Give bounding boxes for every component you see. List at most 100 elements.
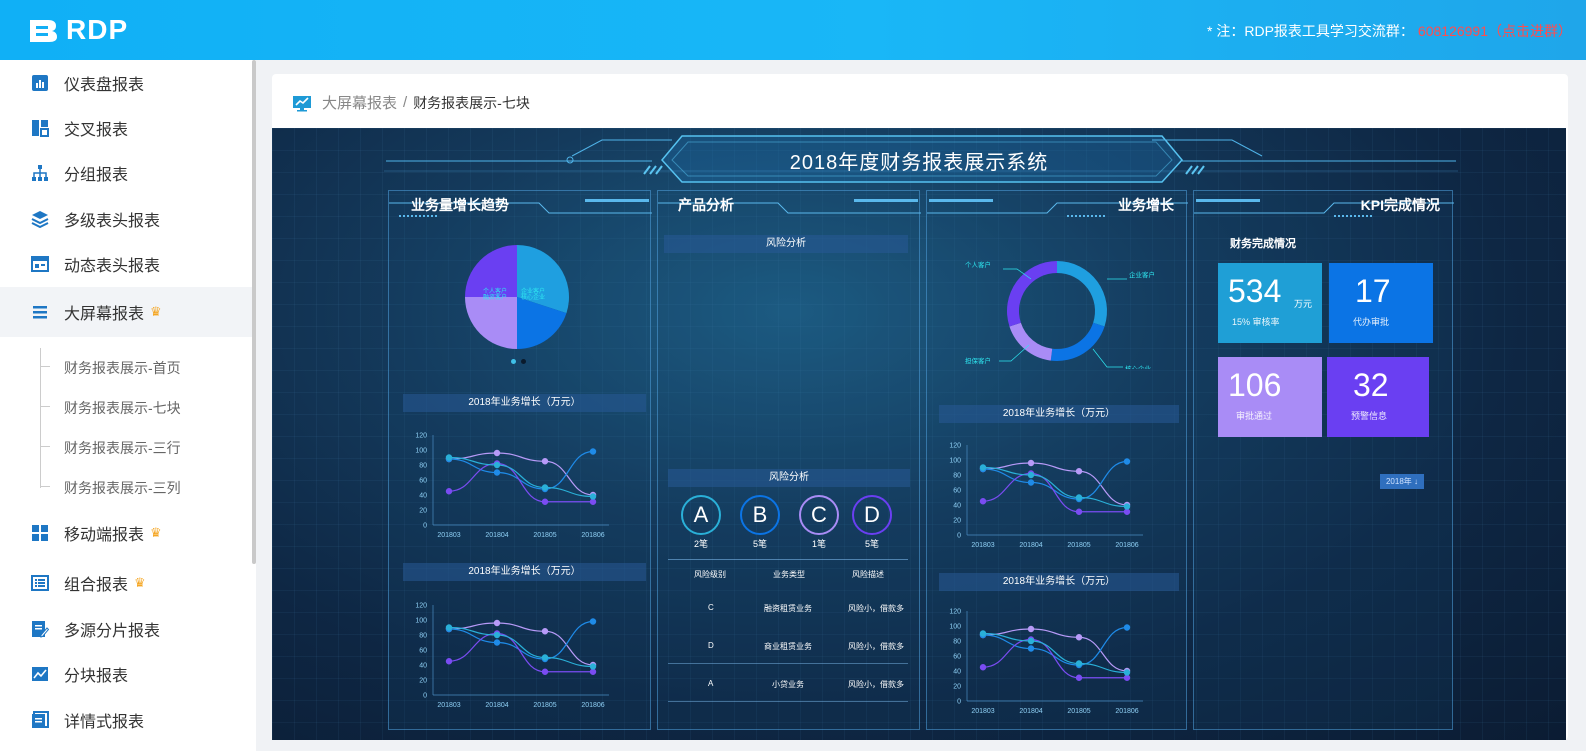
sidebar-item-combo[interactable]: 组合报表 ♛ — [0, 560, 252, 606]
data-point — [541, 628, 549, 635]
panel-title: 业务量增长趋势 — [411, 197, 509, 213]
sidebar-item-label: 大屏幕报表 — [64, 306, 145, 323]
data-point — [979, 498, 987, 505]
series-line — [982, 472, 1127, 513]
customer-donut-chart: 个人客户企业客户担保客户核心企业 — [965, 260, 1155, 369]
x-tick-label: 201805 — [1067, 542, 1090, 549]
y-tick-label: 80 — [419, 463, 427, 470]
y-tick-label: 60 — [953, 654, 961, 661]
donut-slice — [1057, 261, 1107, 327]
cross-table-icon — [30, 118, 50, 138]
submenu-item-three-rows[interactable]: 财务报表展示-三行 — [64, 438, 181, 458]
pie-slice — [465, 297, 517, 349]
sidebar-item-dynamic-header[interactable]: 动态表头报表 — [0, 241, 252, 287]
kpi-card-pending: 17 代办审批 — [1329, 263, 1433, 343]
growth-line-chart-2: 0 20 40 60 80 100 120 201803 201804 201805 201806 — [415, 603, 609, 709]
donut-slice — [1007, 261, 1057, 327]
finance-section-title: 财务完成情况 — [1230, 238, 1296, 250]
panel-title: 业务增长 — [1118, 197, 1174, 213]
sidebar-item-label: 分块报表 — [64, 668, 129, 685]
y-tick-label: 40 — [419, 663, 427, 670]
notice-text: * 注：RDP报表工具学习交流群： — [1207, 23, 1414, 39]
y-tick-label: 20 — [419, 508, 427, 515]
pie-label: 个人客户 — [483, 287, 507, 295]
data-point — [493, 461, 501, 469]
kpi-label: 预警信息 — [1351, 411, 1388, 421]
monitor-chart-icon — [293, 95, 311, 111]
crown-icon: ♛ — [134, 575, 146, 590]
submenu-item-three-columns[interactable]: 财务报表展示-三列 — [64, 478, 181, 498]
pie-label: 融资客户 — [483, 293, 507, 301]
submenu-item-seven-blocks[interactable]: 财务报表展示-七块 — [64, 398, 181, 418]
chart-title: 2018年业务增长（万元） — [939, 405, 1179, 423]
group-notice: * 注：RDP报表工具学习交流群： 608126991（点击进群） — [1207, 21, 1572, 41]
series-line — [982, 628, 1128, 672]
sidebar-item-label: 动态表头报表 — [64, 258, 161, 275]
sidebar-item-label: 多级表头报表 — [64, 213, 161, 230]
y-tick-label: 120 — [949, 609, 961, 616]
dashboard-title: 2018年度财务报表展示系统 — [789, 152, 1049, 174]
kpi-value: 106 — [1228, 367, 1282, 403]
sidebar-scrollbar[interactable] — [252, 60, 256, 564]
x-tick-label: 201804 — [485, 532, 508, 539]
series-line — [982, 466, 1128, 508]
sidebar-item-label: 仪表盘报表 — [64, 77, 145, 94]
table-cell: C — [708, 603, 714, 612]
carousel-dot[interactable] — [521, 359, 526, 364]
panel-product-analysis: 产品分析 风险分析 风险分析 A B C D 2笔 5笔 1笔 5笔 风险级别 … — [657, 190, 921, 730]
series-line — [982, 638, 1127, 679]
y-tick-label: 80 — [419, 633, 427, 640]
sidebar-item-detail[interactable]: 详情式报表 — [0, 697, 252, 743]
sidebar-item-multisource[interactable]: 多源分片报表 — [0, 606, 252, 652]
table-divider — [668, 559, 908, 560]
sidebar-item-label: 交叉报表 — [64, 122, 129, 139]
table-header: 风险级别 — [694, 570, 726, 579]
table-cell: 小贷业务 — [772, 680, 804, 689]
data-point — [1027, 479, 1035, 486]
y-tick-label: 120 — [415, 433, 427, 440]
data-point — [493, 449, 501, 457]
data-point — [1075, 674, 1083, 681]
x-tick-label: 201803 — [437, 702, 460, 709]
x-tick-label: 201803 — [971, 542, 994, 549]
growth-line-chart-4: 0 20 40 60 80 100 120 201803 201804 201805 201806 — [949, 609, 1143, 715]
submenu-item-home[interactable]: 财务报表展示-首页 — [64, 358, 181, 378]
sidebar-item-cross[interactable]: 交叉报表 — [0, 105, 252, 151]
submenu-line — [40, 348, 41, 488]
data-point — [541, 484, 549, 491]
panel-title: KPI完成情况 — [1360, 197, 1440, 213]
y-tick-label: 20 — [953, 518, 961, 525]
table-divider — [668, 701, 908, 702]
list-icon — [30, 302, 50, 322]
year-select[interactable]: 2018年 ↓ — [1380, 474, 1424, 489]
kpi-value: 534 — [1228, 273, 1282, 309]
carousel-dot-active[interactable] — [511, 359, 516, 364]
y-tick-label: 60 — [419, 648, 427, 655]
table-cell: D — [708, 641, 714, 650]
join-group-link[interactable]: （点击进群） — [1488, 23, 1572, 39]
x-tick-label: 201806 — [1115, 542, 1138, 549]
data-point — [1027, 625, 1035, 633]
risk-section-title-2: 风险分析 — [668, 469, 910, 487]
edit-doc-icon — [30, 619, 50, 639]
breadcrumb-parent[interactable]: 大屏幕报表 — [322, 92, 397, 113]
donut-slice — [1009, 322, 1053, 361]
pie-label: 核心企业 — [521, 293, 545, 301]
sidebar-item-multiheader[interactable]: 多级表头报表 — [0, 196, 252, 242]
data-point — [445, 624, 453, 631]
data-point — [1075, 494, 1083, 501]
sidebar-item-label: 移动端报表 — [64, 527, 145, 544]
sidebar-item-block[interactable]: 分块报表 — [0, 651, 252, 697]
x-tick-label: 201806 — [1115, 708, 1138, 715]
sidebar-item-bigscreen[interactable]: 大屏幕报表 ♛ — [0, 287, 252, 337]
sidebar-item-mobile[interactable]: 移动端报表 ♛ — [0, 510, 252, 556]
logo[interactable]: RDP — [26, 14, 128, 46]
donut-label: 核心企业 — [1125, 364, 1152, 369]
data-point — [1027, 637, 1035, 645]
detail-doc-icon — [30, 710, 50, 730]
sidebar-item-group[interactable]: 分组报表 — [0, 150, 252, 196]
logo-text: RDP — [66, 14, 129, 45]
y-tick-label: 0 — [423, 523, 427, 530]
donut-label: 担保客户 — [965, 356, 991, 365]
sidebar-item-dashboard[interactable]: 仪表盘报表 — [0, 60, 252, 106]
